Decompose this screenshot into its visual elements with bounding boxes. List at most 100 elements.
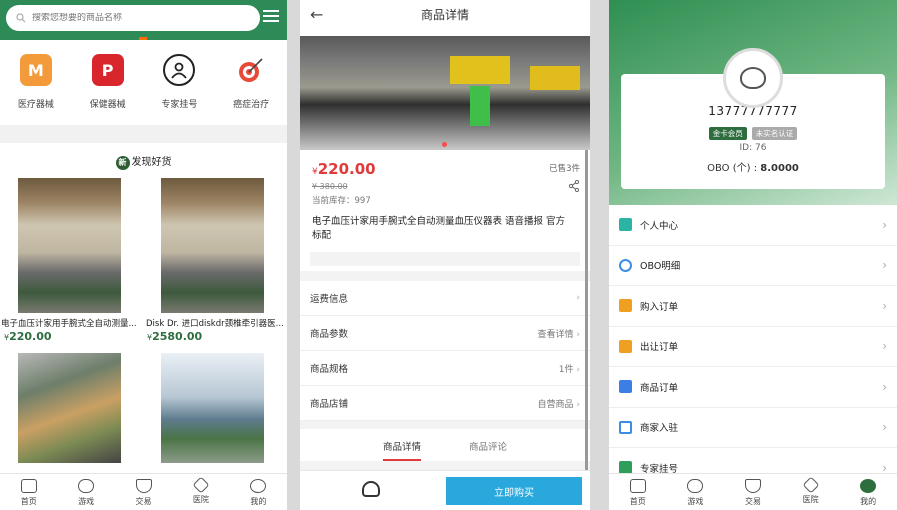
tab-mine[interactable]: 我的	[230, 474, 287, 510]
home-screen: M 医疗器械 P 保健器械 专家挂号 癌症治疗 新发现好货 电子血	[0, 0, 287, 510]
profile-header: 13777777777 金卡会员 未实名认证 ID: 76 OBO (个) : …	[609, 0, 897, 205]
hospital-icon	[192, 476, 210, 494]
tab-mine[interactable]: 我的	[839, 474, 897, 510]
clock-icon	[619, 258, 632, 272]
category-label: 专家挂号	[161, 100, 198, 110]
product-grid: 电子血压计家用手腕式全自动测量... ¥220.00 Disk Dr. 进口di…	[0, 178, 287, 473]
clipboard-icon	[619, 299, 632, 313]
row-value: 自营商品	[538, 397, 580, 410]
tab-label: 交易	[135, 497, 152, 506]
scrollbar[interactable]	[585, 150, 588, 470]
menu-label: 个人中心	[640, 220, 679, 232]
product-info: ¥220.00 已售3件 ¥ 380.00 当前库存：997 电子血压计家用手腕…	[300, 150, 590, 271]
search-input[interactable]	[32, 13, 260, 23]
search-box[interactable]	[6, 5, 260, 31]
indicator-dot	[139, 37, 147, 40]
user-icon	[860, 479, 877, 493]
share-icon[interactable]	[568, 179, 580, 195]
tab-games[interactable]: 游戏	[667, 474, 725, 510]
target-icon	[235, 54, 268, 86]
clipboard-icon	[619, 339, 632, 353]
person-icon	[163, 54, 196, 86]
menu-label: 出让订单	[640, 342, 679, 354]
tab-trade[interactable]: 交易	[115, 474, 172, 510]
home-icon	[629, 479, 646, 493]
shield-icon	[135, 479, 152, 493]
product-image[interactable]	[161, 353, 264, 463]
user-icon	[250, 479, 267, 493]
menu-personal-center[interactable]: 个人中心	[609, 205, 897, 246]
buy-now-button[interactable]: 立即购买	[446, 477, 582, 505]
tab-home[interactable]: 首页	[0, 474, 57, 510]
product-image[interactable]	[18, 178, 121, 313]
m-logo-icon: M	[19, 54, 52, 86]
row-params[interactable]: 商品参数 查看详情	[300, 316, 590, 351]
tab-hospital[interactable]: 医院	[172, 474, 229, 510]
row-label: 运费信息	[310, 294, 349, 305]
menu-merchant-join[interactable]: 商家入驻	[609, 408, 897, 448]
product-card[interactable]: Disk Dr. 进口diskdr颈椎牵引器医... ¥2580.00	[143, 178, 286, 353]
store-icon	[619, 420, 632, 434]
tab-label: 首页	[629, 497, 646, 506]
profile-screen: 13777777777 金卡会员 未实名认证 ID: 76 OBO (个) : …	[609, 0, 897, 510]
shield-icon	[744, 479, 761, 493]
category-medical-devices[interactable]: M 医疗器械	[6, 54, 66, 125]
tab-trade[interactable]: 交易	[724, 474, 782, 510]
bottom-tabbar: 首页 游戏 交易 医院 我的	[609, 473, 897, 510]
back-arrow-icon[interactable]: ←	[310, 0, 323, 30]
discover-section: 新发现好货 电子血压计家用手腕式全自动测量... ¥220.00 Disk Dr…	[0, 143, 287, 473]
product-gallery[interactable]	[300, 36, 590, 150]
product-image[interactable]	[18, 353, 121, 463]
menu-label: OBO明细	[640, 261, 681, 273]
menu-obo-detail[interactable]: OBO明细	[609, 246, 897, 286]
tab-games[interactable]: 游戏	[57, 474, 114, 510]
menu-label: 购入订单	[640, 301, 679, 313]
sold-count: 已售3件	[549, 164, 580, 174]
home-header	[0, 0, 287, 40]
product-name: Disk Dr. 进口diskdr颈椎牵引器医...	[146, 319, 284, 329]
menu-icon[interactable]	[263, 10, 279, 24]
pinterest-icon: P	[91, 54, 124, 86]
product-price: ¥220.00	[312, 160, 376, 178]
user-id: ID: 76	[739, 143, 767, 153]
discover-title-text: 发现好货	[131, 157, 172, 168]
tab-label: 游戏	[78, 497, 95, 506]
menu-product-orders[interactable]: 商品订单	[609, 367, 897, 408]
tab-label: 医院	[802, 495, 819, 504]
product-card[interactable]	[143, 353, 286, 473]
verify-badge[interactable]: 未实名认证	[751, 127, 798, 140]
row-label: 商品店铺	[310, 399, 349, 410]
avatar[interactable]	[723, 48, 783, 108]
category-health-devices[interactable]: P 保健器械	[78, 54, 138, 125]
product-card[interactable]	[0, 353, 143, 473]
person-icon	[619, 218, 632, 232]
detail-rows: 运费信息 商品参数 查看详情 商品规格 1件 商品店铺 自营商品	[300, 281, 590, 421]
new-badge: 新	[115, 156, 130, 170]
category-expert-booking[interactable]: 专家挂号	[149, 54, 209, 125]
tab-product-detail[interactable]: 商品详情	[382, 439, 421, 461]
tab-hospital[interactable]: 医院	[782, 474, 840, 510]
discover-title: 新发现好货	[0, 153, 287, 170]
menu-label: 商品订单	[640, 382, 679, 394]
original-price: ¥ 380.00	[312, 182, 348, 191]
gallery-indicator	[442, 142, 447, 147]
product-image[interactable]	[161, 178, 264, 313]
tab-home[interactable]: 首页	[609, 474, 667, 510]
obo-balance: OBO (个) : 8.0000	[707, 163, 799, 174]
tab-product-reviews[interactable]: 商品评论	[469, 439, 507, 461]
row-spec[interactable]: 商品规格 1件	[300, 351, 590, 386]
row-shipping[interactable]: 运费信息	[300, 281, 590, 316]
home-icon	[20, 479, 37, 493]
detail-tabs: 商品详情 商品评论	[300, 429, 590, 461]
gamepad-icon	[687, 479, 704, 493]
stock-count: 当前库存：997	[312, 196, 371, 206]
product-title: 电子血压计家用手腕式全自动测量血压仪器表 语音播报 官方标配	[312, 216, 566, 241]
menu-buy-orders[interactable]: 购入订单	[609, 286, 897, 327]
category-label: 医疗器械	[17, 100, 54, 110]
category-cancer-treatment[interactable]: 癌症治疗	[221, 54, 281, 125]
menu-sell-orders[interactable]: 出让订单	[609, 327, 897, 367]
row-value: 1件	[559, 362, 580, 375]
status-badges: 金卡会员 未实名认证	[621, 121, 885, 140]
customer-service-icon[interactable]	[362, 481, 380, 497]
row-store[interactable]: 商品店铺 自营商品	[300, 386, 590, 421]
